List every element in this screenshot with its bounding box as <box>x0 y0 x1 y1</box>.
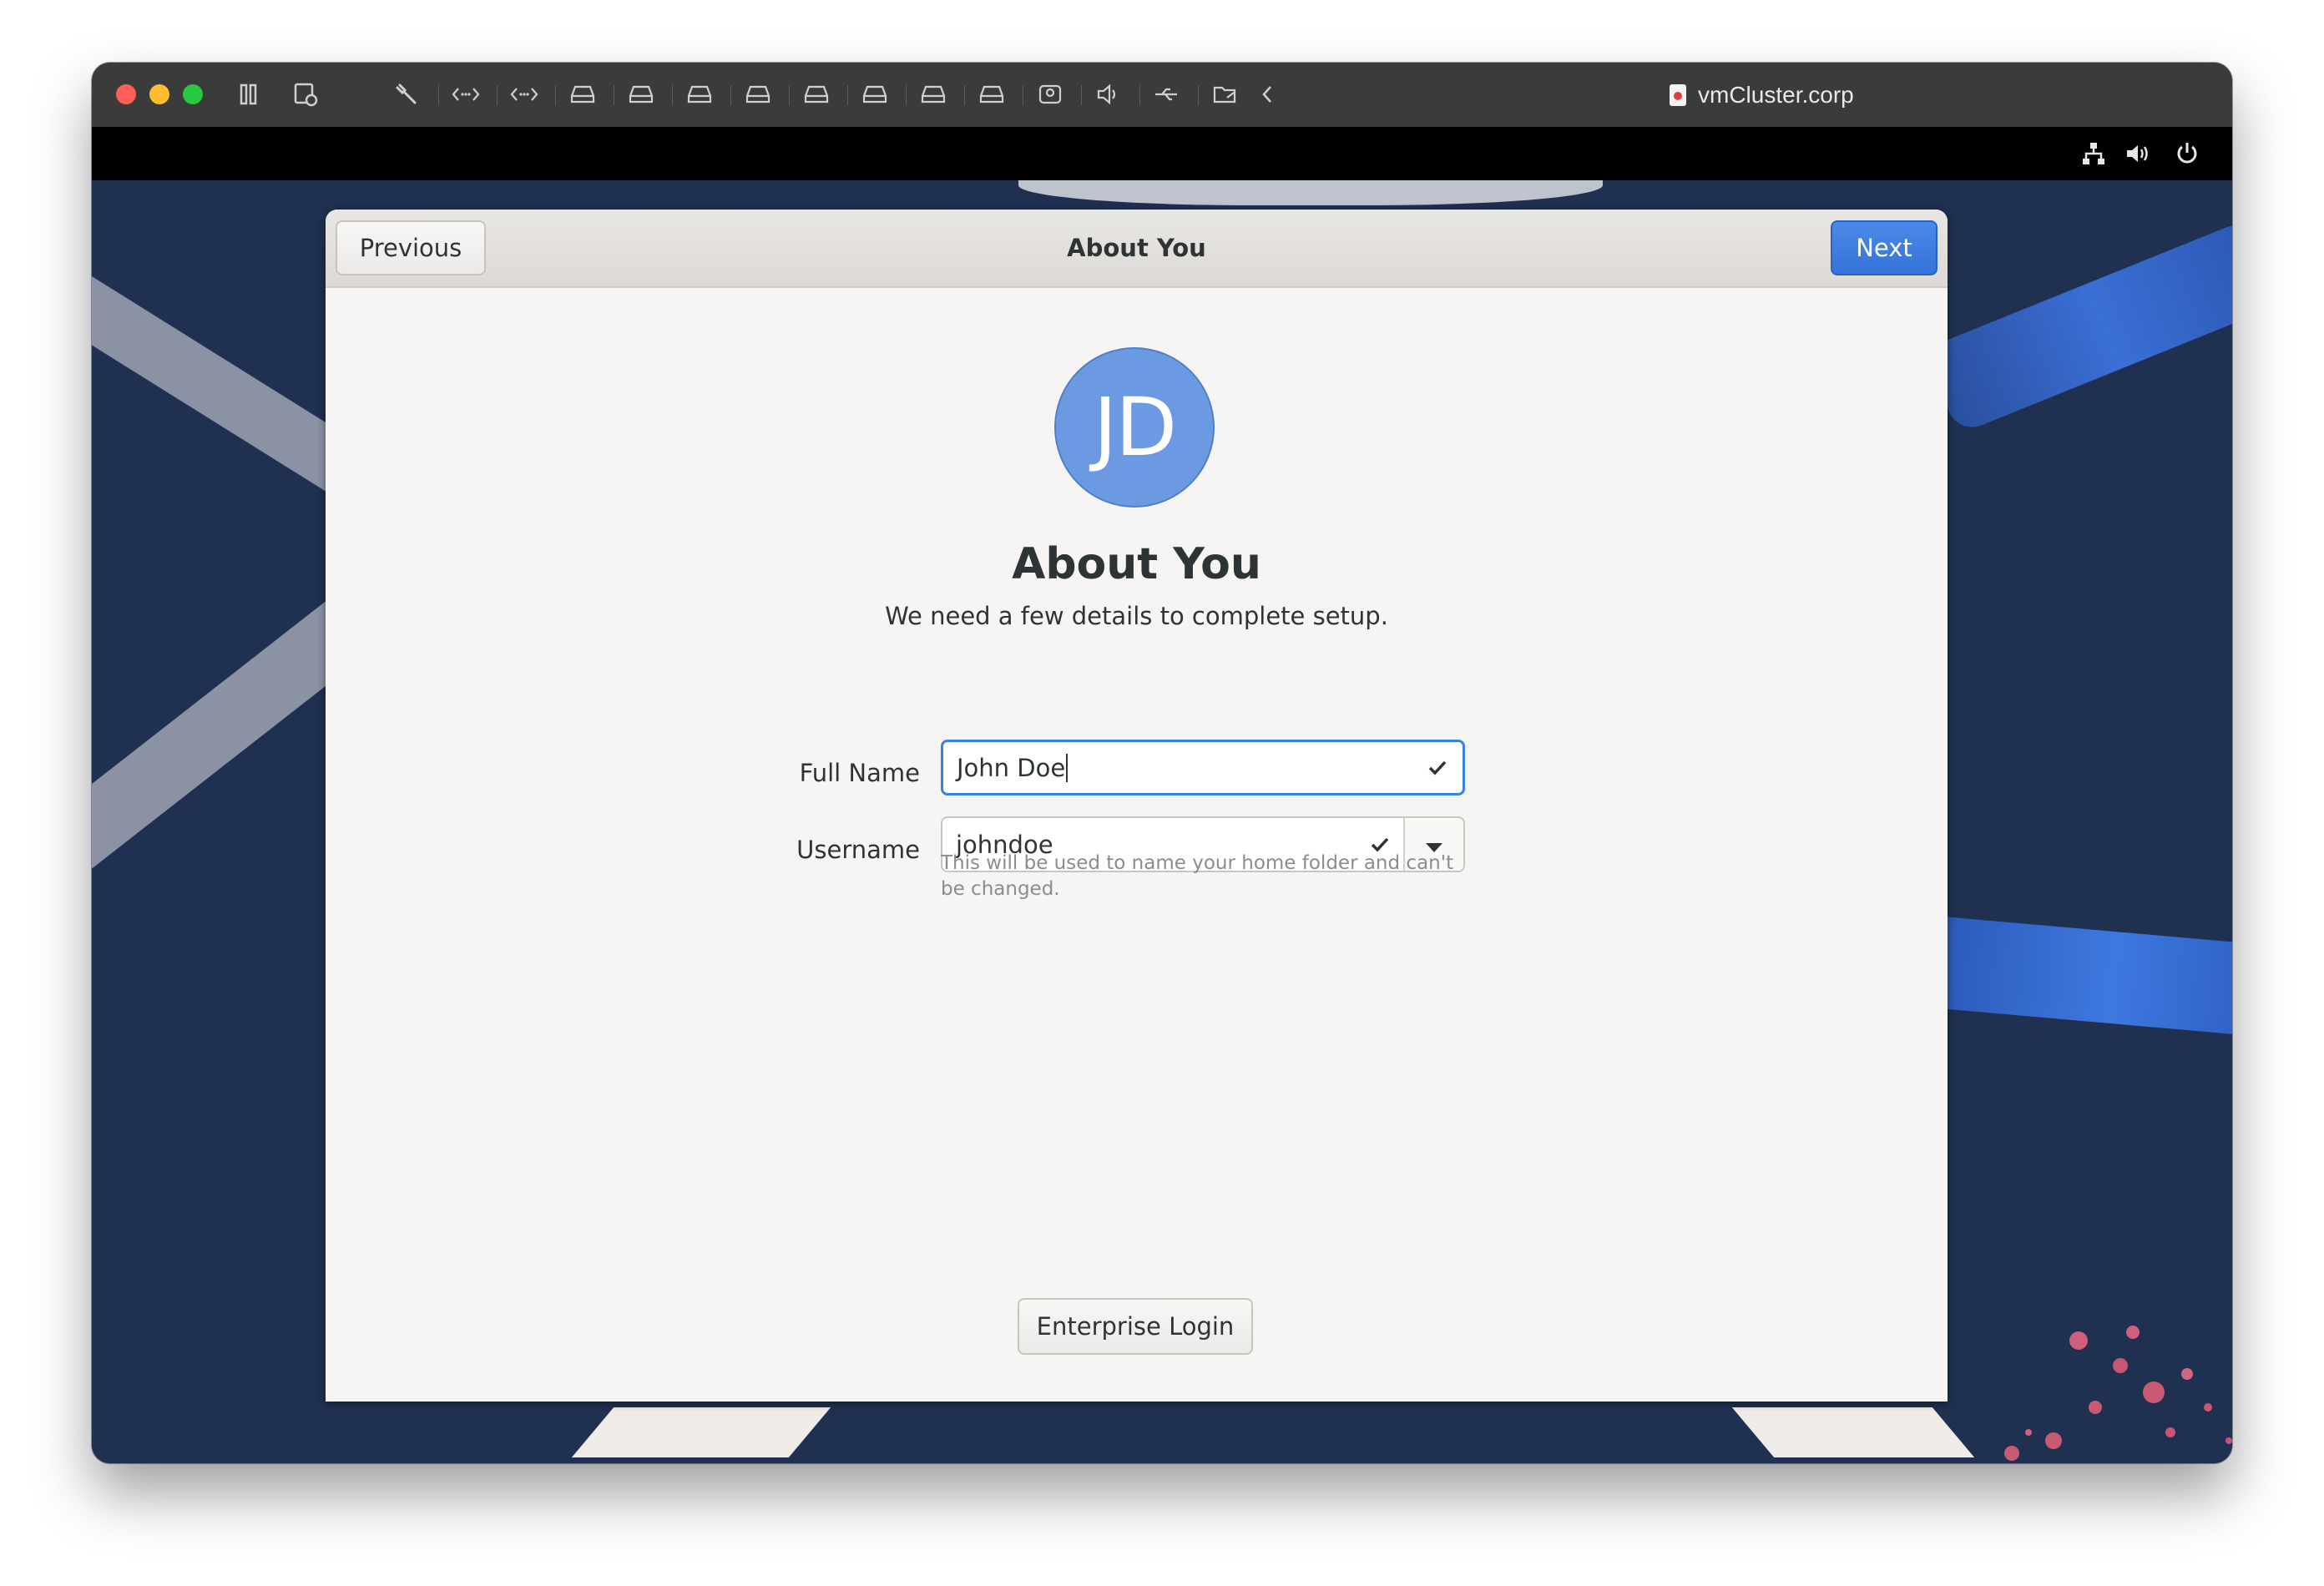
window-title: vmCluster.corp <box>1670 63 1854 127</box>
pause-icon[interactable] <box>234 79 264 109</box>
speaker-icon[interactable] <box>1094 79 1124 109</box>
network-icon[interactable] <box>2079 139 2109 169</box>
username-label: Username <box>796 836 920 864</box>
disk-icon[interactable] <box>743 79 773 109</box>
chevron-left-icon[interactable] <box>1252 79 1282 109</box>
enterprise-login-button[interactable]: Enterprise Login <box>1018 1298 1253 1355</box>
disk-icon[interactable] <box>860 79 890 109</box>
vm-window: vmCluster.corp About You Previous Next J… <box>92 63 2232 1463</box>
text-caret <box>1066 753 1069 782</box>
volume-icon[interactable] <box>2124 139 2154 169</box>
guest-top-bar <box>92 127 2232 180</box>
avatar[interactable]: JD <box>1054 347 1215 508</box>
desktop-wallpaper: About You Previous Next JD About You We … <box>92 180 2232 1463</box>
power-icon[interactable] <box>2172 139 2202 169</box>
wallpaper-stripe <box>1018 180 1603 205</box>
username-hint: This will be used to name your home fold… <box>941 852 1454 900</box>
wallpaper-splatter <box>1978 1316 2232 1463</box>
camera-icon[interactable] <box>1035 79 1065 109</box>
disk-icon[interactable] <box>801 79 831 109</box>
window-title-text: vmCluster.corp <box>1698 81 1854 108</box>
usb-icon[interactable] <box>1152 79 1182 109</box>
code-arrows-icon[interactable] <box>509 79 539 109</box>
dialog-header: About You Previous Next <box>326 210 1948 288</box>
wallpaper-brush <box>1933 916 2232 1039</box>
wallpaper-stripe <box>1731 1407 1975 1457</box>
previous-button[interactable]: Previous <box>336 220 486 275</box>
snapshot-icon[interactable] <box>290 79 321 109</box>
page-title: About You <box>1012 539 1261 589</box>
wrench-icon[interactable] <box>392 79 422 109</box>
window-titlebar: vmCluster.corp <box>92 63 2232 128</box>
disk-icon[interactable] <box>977 79 1007 109</box>
code-arrows-icon[interactable] <box>451 79 481 109</box>
disk-icon[interactable] <box>626 79 656 109</box>
setup-dialog: About You Previous Next JD About You We … <box>326 210 1948 1402</box>
disk-icon[interactable] <box>685 79 715 109</box>
header-title: About You <box>1067 234 1206 262</box>
full-name-label: Full Name <box>799 759 920 787</box>
folder-share-icon[interactable] <box>1210 79 1240 109</box>
disk-icon[interactable] <box>568 79 598 109</box>
page-subtitle: We need a few details to complete setup. <box>885 602 1388 630</box>
wallpaper-stripe <box>571 1407 831 1457</box>
check-icon <box>1427 742 1447 793</box>
full-name-value: John Doe <box>957 753 1066 782</box>
full-name-field[interactable]: John Doe <box>941 740 1465 796</box>
disk-icon[interactable] <box>918 79 948 109</box>
vm-document-icon <box>1670 83 1686 106</box>
next-button[interactable]: Next <box>1831 220 1938 275</box>
zoom-window-button[interactable] <box>183 84 203 104</box>
close-window-button[interactable] <box>116 84 136 104</box>
minimize-window-button[interactable] <box>149 84 169 104</box>
wallpaper-brush <box>1923 218 2232 435</box>
